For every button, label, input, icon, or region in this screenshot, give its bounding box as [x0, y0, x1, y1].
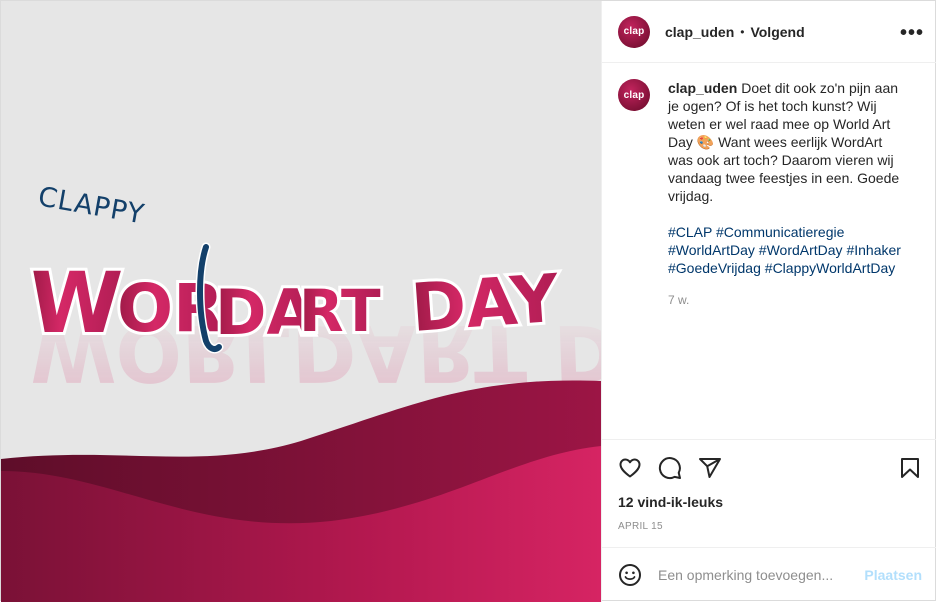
- header-username[interactable]: clap_uden: [665, 24, 734, 40]
- post-comment-button[interactable]: Plaatsen: [864, 567, 922, 583]
- following-button[interactable]: Volgend: [750, 24, 804, 40]
- svg-text:W: W: [27, 254, 125, 352]
- hashtag-link[interactable]: #WordArtDay: [759, 242, 843, 258]
- separator-dot: •: [740, 24, 745, 39]
- hashtag-link[interactable]: #WorldArtDay: [668, 242, 755, 258]
- caption-avatar-label: clap: [623, 89, 645, 101]
- comment-composer: Plaatsen: [602, 547, 936, 602]
- post-header: clap clap_uden • Volgend •••: [602, 1, 936, 63]
- avatar[interactable]: clap: [618, 15, 650, 48]
- caption-text: Doet dit ook zo'n pijn aan je ogen? Of i…: [668, 80, 900, 204]
- comment-icon[interactable]: [658, 456, 682, 480]
- more-options-icon[interactable]: •••: [900, 21, 924, 45]
- svg-text:DAY: DAY: [409, 260, 563, 347]
- heart-icon[interactable]: [618, 456, 642, 480]
- hashtag-link[interactable]: #ClappyWorldArtDay: [765, 260, 895, 276]
- caption-age[interactable]: 7 w.: [668, 291, 908, 309]
- emoji-icon[interactable]: [618, 563, 642, 587]
- bookmark-icon[interactable]: [898, 456, 922, 480]
- comments-area: clap clap_uden Doet dit ook zo'n pijn aan…: [602, 63, 936, 439]
- caption: clap clap_uden Doet dit ook zo'n pijn aan…: [618, 79, 922, 309]
- post-date[interactable]: APRIL 15: [618, 521, 663, 532]
- hashtag-link[interactable]: #Inhaker: [846, 242, 900, 258]
- hashtag-link[interactable]: #GoedeVrijdag: [668, 260, 761, 276]
- action-bar: 12 vind-ik-leuks APRIL 15: [602, 439, 936, 547]
- share-icon[interactable]: [698, 456, 722, 480]
- like-count[interactable]: 12 vind-ik-leuks: [618, 494, 723, 510]
- hashtag-link[interactable]: #Communicatieregie: [716, 224, 844, 240]
- comment-input[interactable]: [658, 567, 848, 583]
- caption-avatar[interactable]: clap: [618, 79, 650, 111]
- caption-username[interactable]: clap_uden: [668, 80, 737, 96]
- svg-text:RT: RT: [299, 277, 381, 345]
- caption-body: clap_uden Doet dit ook zo'n pijn aan je o…: [668, 79, 908, 309]
- hashtag-link[interactable]: #CLAP: [668, 224, 712, 240]
- post-dialog: WORLDART DAY CLAPPY W W OR OR DA DA RT R: [0, 0, 936, 602]
- post-image[interactable]: WORLDART DAY CLAPPY W W OR OR DA DA RT R: [1, 1, 601, 602]
- hashtag-list: #CLAP #Communicatieregie #WorldArtDay #W…: [668, 223, 908, 277]
- avatar-label: clap: [623, 26, 645, 37]
- post-side-panel: clap clap_uden • Volgend ••• clap clap_u…: [601, 1, 936, 602]
- wordart-artwork: WORLDART DAY CLAPPY W W OR OR DA DA RT R: [1, 1, 601, 602]
